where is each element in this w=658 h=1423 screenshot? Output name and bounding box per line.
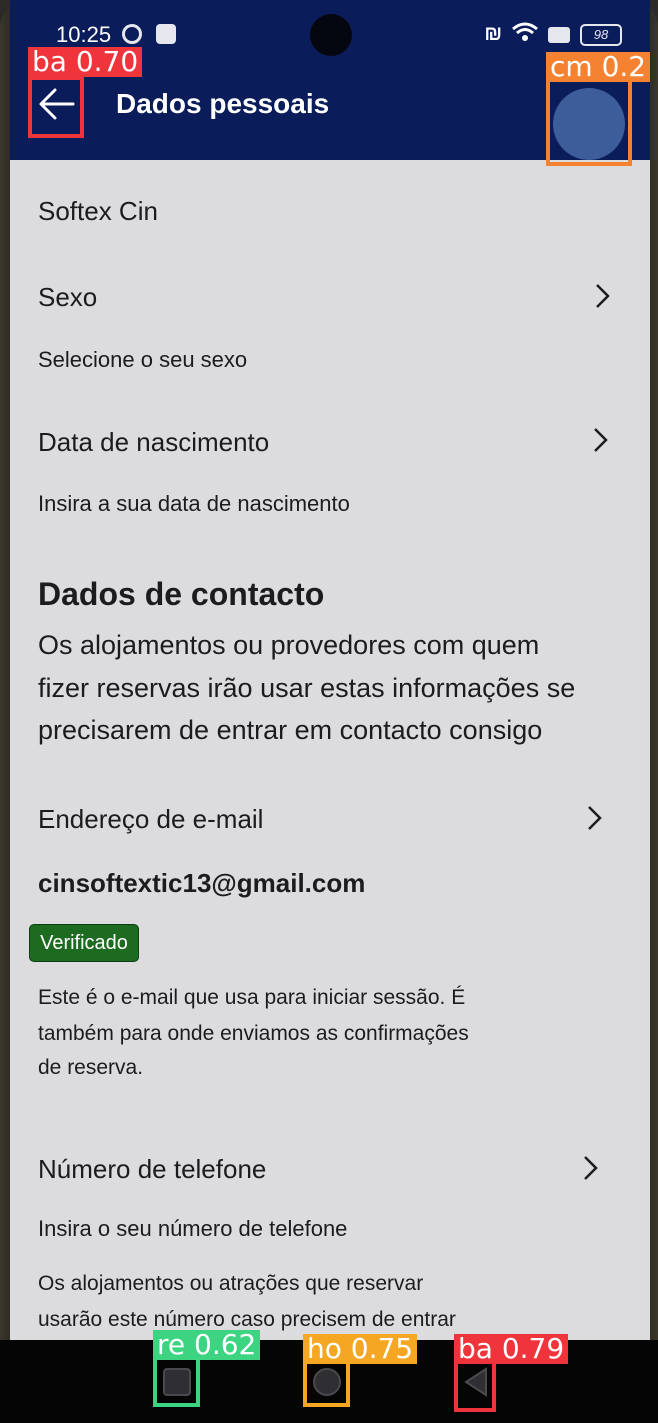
birthdate-label: Data de nascimento (38, 427, 270, 457)
phone-label: Número de telefone (38, 1154, 267, 1184)
chevron-right-icon (584, 1156, 598, 1180)
contact-desc-line: fizer reservas irão usar estas informaçõ… (38, 673, 576, 703)
status-icons: ₪ 98 (484, 22, 622, 47)
front-camera (310, 14, 352, 56)
nfc-icon: ₪ (484, 23, 502, 45)
verified-badge: Verificado (29, 924, 139, 962)
wifi-icon (512, 22, 538, 47)
vpn-icon (122, 24, 142, 44)
battery-icon: 98 (580, 23, 622, 46)
screen: 10:25 ₪ 98 Dados pessoais Softex Cin Sex… (10, 0, 650, 1340)
phone-hint: Insira o seu número de telefone (38, 1216, 348, 1241)
page-title: Dados pessoais (116, 88, 330, 119)
gender-hint: Selecione o seu sexo (38, 347, 248, 372)
detection-box-camera (546, 77, 632, 166)
gender-label: Sexo (38, 282, 98, 312)
phone-desc-line: Os alojamentos ou atrações que reservar (38, 1272, 424, 1295)
detection-label-camera: cm 0.2 (546, 52, 651, 82)
detection-label-recent: re 0.62 (153, 1330, 261, 1360)
detection-label-back-nav: ba 0.79 (454, 1334, 569, 1364)
contact-desc-line: precisarem de entrar em contacto consigo (38, 715, 543, 745)
email-label: Endereço de e-mail (38, 804, 264, 834)
chevron-right-icon (588, 806, 602, 830)
notification-icon (156, 24, 176, 44)
profile-name: Softex Cin (38, 196, 158, 226)
detection-box-recent (153, 1356, 200, 1407)
detection-box-back-nav (454, 1358, 496, 1412)
birthdate-hint: Insira a sua data de nascimento (38, 491, 350, 516)
email-desc-line: também para onde enviamos as confirmaçõe… (38, 1022, 469, 1045)
email-desc-line: Este é o e-mail que usa para iniciar ses… (38, 986, 466, 1009)
detection-box-home (303, 1358, 350, 1407)
detection-label-back-top: ba 0.70 (28, 47, 143, 77)
detection-label-home: ho 0.75 (303, 1334, 418, 1364)
contact-desc-line: Os alojamentos ou provedores com quem (38, 630, 540, 660)
contact-heading: Dados de contacto (38, 576, 325, 612)
email-desc-line: de reserva. (38, 1056, 144, 1079)
email-value: cinsoftextic13@gmail.com (38, 868, 366, 898)
detection-box-back-top (28, 76, 84, 138)
chevron-right-icon (596, 284, 610, 308)
sim-icon (548, 26, 570, 43)
chevron-right-icon (594, 428, 608, 452)
